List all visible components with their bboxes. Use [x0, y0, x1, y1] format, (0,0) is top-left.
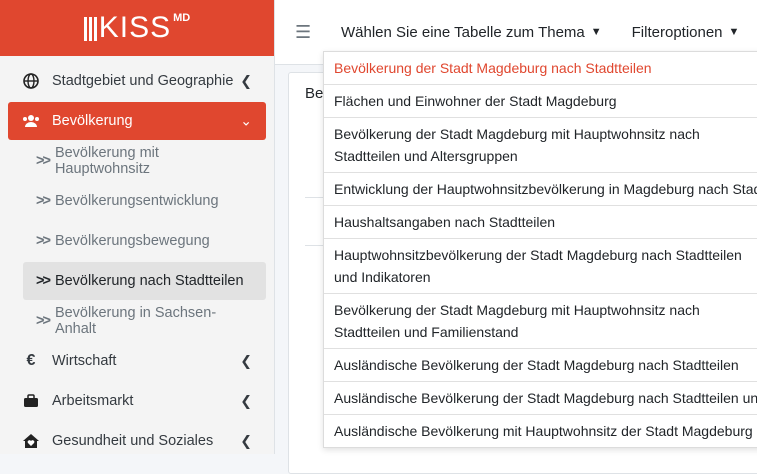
- sidebar-subitem-sachsen-anhalt[interactable]: >> Bevölkerung in Sachsen-Anhalt: [8, 302, 266, 340]
- chevron-left-icon: ❮: [240, 432, 252, 449]
- sidebar-item-arbeitsmarkt[interactable]: Arbeitsmarkt ❮: [8, 382, 266, 420]
- sidebar-subitem-label: Bevölkerungsentwicklung: [54, 193, 219, 209]
- divider: [305, 245, 325, 246]
- caret-down-icon: ▼: [728, 26, 740, 38]
- dropdown-item[interactable]: Hauptwohnsitzbevölkerung der Stadt Magde…: [324, 239, 757, 294]
- dropdown-item[interactable]: Entwicklung der Hauptwohnsitzbevölkerung…: [324, 173, 757, 206]
- sidebar-subitem-hauptwohnsitz[interactable]: >> Bevölkerung mit Hauptwohnsitz: [8, 142, 266, 180]
- double-chevron-right-icon: >>: [36, 313, 51, 329]
- double-chevron-right-icon: >>: [36, 193, 51, 209]
- table-dropdown-menu: Bevölkerung der Stadt Magdeburg nach Sta…: [323, 51, 757, 448]
- briefcase-icon: [22, 392, 40, 410]
- filter-options-label: Filteroptionen: [631, 23, 723, 41]
- sidebar: KISS MD Stadtgebiet und Geographie ❮ Bev…: [0, 0, 275, 454]
- sidebar-subitem-stadtteilen[interactable]: >> Bevölkerung nach Stadtteilen: [23, 262, 266, 300]
- dropdown-item[interactable]: Bevölkerung der Stadt Magdeburg mit Haup…: [324, 118, 757, 173]
- table-select-menu[interactable]: Wählen Sie eine Tabelle zum Thema ▼: [341, 24, 602, 41]
- logo-superscript: MD: [173, 12, 191, 24]
- chevron-left-icon: ❮: [240, 72, 252, 89]
- dropdown-item[interactable]: Ausländische Bevölkerung der Stadt Magde…: [324, 382, 757, 415]
- globe-icon: [22, 72, 40, 90]
- sidebar-subitem-bewegung[interactable]: >> Bevölkerungsbewegung: [8, 222, 266, 260]
- chevron-left-icon: ❮: [240, 352, 252, 369]
- dropdown-item[interactable]: Haushaltsangaben nach Stadtteilen: [324, 206, 757, 239]
- sidebar-item-label: Arbeitsmarkt: [52, 393, 134, 409]
- sidebar-nav: Stadtgebiet und Geographie ❮ Bevölkerung…: [0, 56, 274, 460]
- dropdown-item[interactable]: Flächen und Einwohner der Stadt Magdebur…: [324, 85, 757, 118]
- card-title: Be: [305, 85, 324, 102]
- chevron-down-icon: ⌄: [240, 112, 252, 129]
- sidebar-subitem-entwicklung[interactable]: >> Bevölkerungsentwicklung: [8, 182, 266, 220]
- sidebar-item-label: Gesundheit und Soziales: [52, 433, 214, 449]
- sidebar-item-stadtgebiet[interactable]: Stadtgebiet und Geographie ❮: [8, 62, 266, 100]
- logo-bars-icon: [83, 15, 97, 41]
- sidebar-item-wirtschaft[interactable]: € Wirtschaft ❮: [8, 342, 266, 380]
- chevron-left-icon: ❮: [240, 392, 252, 409]
- double-chevron-right-icon: >>: [36, 273, 51, 289]
- sidebar-subitem-label: Bevölkerung mit Hauptwohnsitz: [54, 145, 159, 177]
- users-icon: [22, 112, 40, 130]
- table-select-label: Wählen Sie eine Tabelle zum Thema: [341, 23, 585, 41]
- filter-options-menu[interactable]: Filteroptionen ▼: [632, 24, 740, 41]
- brand-logo[interactable]: KISS MD: [0, 0, 274, 56]
- divider: [305, 197, 325, 198]
- logo-text: KISS: [98, 11, 172, 44]
- sidebar-item-label: Stadtgebiet und Geographie: [52, 73, 234, 89]
- dropdown-item[interactable]: Bevölkerung der Stadt Magdeburg nach Sta…: [324, 52, 757, 85]
- sidebar-subitem-label: Bevölkerungsbewegung: [54, 233, 210, 249]
- hamburger-menu-icon[interactable]: ☰: [295, 22, 311, 43]
- euro-icon: €: [26, 352, 36, 369]
- double-chevron-right-icon: >>: [36, 153, 51, 169]
- sidebar-item-bevoelkerung[interactable]: Bevölkerung ⌄: [8, 102, 266, 140]
- double-chevron-right-icon: >>: [36, 233, 51, 249]
- sidebar-item-label: Wirtschaft: [52, 353, 117, 369]
- sidebar-subitem-label: Bevölkerung nach Stadtteilen: [54, 273, 244, 289]
- caret-down-icon: ▼: [590, 26, 602, 38]
- sidebar-item-label: Bevölkerung: [52, 113, 133, 129]
- dropdown-item[interactable]: Ausländische Bevölkerung der Stadt Magde…: [324, 349, 757, 382]
- home-heart-icon: [22, 432, 40, 450]
- sidebar-subitem-label: Bevölkerung in Sachsen-Anhalt: [54, 305, 217, 337]
- dropdown-item[interactable]: Bevölkerung der Stadt Magdeburg mit Haup…: [324, 294, 757, 349]
- sidebar-item-gesundheit[interactable]: Gesundheit und Soziales ❮: [8, 422, 266, 460]
- dropdown-item[interactable]: Ausländische Bevölkerung mit Hauptwohnsi…: [324, 415, 757, 447]
